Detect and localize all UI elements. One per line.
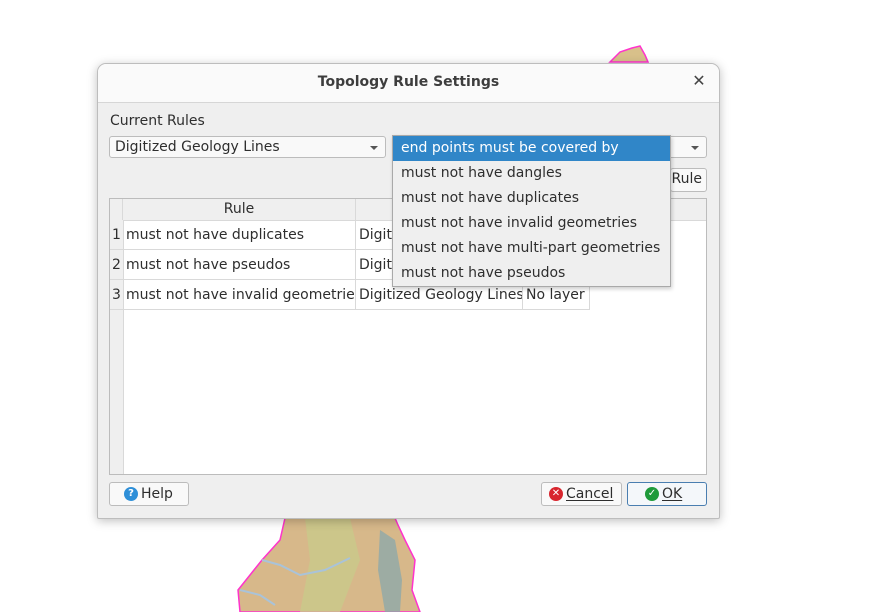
help-icon: ? — [124, 487, 138, 501]
cell-rule[interactable]: must not have invalid geometries — [123, 280, 356, 310]
row-number: 3 — [110, 280, 123, 310]
ok-check-icon: ✓ — [645, 487, 659, 501]
topology-rule-settings-dialog: Topology Rule Settings ✕ Current Rules D… — [97, 63, 720, 519]
dropdown-option[interactable]: must not have invalid geometries — [393, 211, 670, 236]
add-rule-button[interactable]: Rule — [670, 168, 707, 192]
corner-header — [110, 199, 123, 220]
layer-combo[interactable]: Digitized Geology Lines — [109, 136, 386, 158]
dialog-title: Topology Rule Settings — [317, 74, 500, 90]
row-number: 2 — [110, 250, 123, 280]
current-rules-label: Current Rules — [110, 113, 205, 129]
dropdown-option[interactable]: must not have dangles — [393, 161, 670, 186]
column-header-rule[interactable]: Rule — [123, 199, 356, 220]
dropdown-option[interactable]: end points must be covered by — [393, 136, 670, 161]
close-icon[interactable]: ✕ — [690, 72, 708, 90]
dropdown-option[interactable]: must not have pseudos — [393, 261, 670, 286]
chevron-down-icon — [370, 146, 378, 150]
row-number: 1 — [110, 220, 123, 250]
dropdown-option[interactable]: must not have duplicates — [393, 186, 670, 211]
ok-button-label: OK — [662, 486, 683, 502]
rule-dropdown-list[interactable]: end points must be covered by must not h… — [392, 135, 671, 287]
dialog-titlebar[interactable]: Topology Rule Settings ✕ — [98, 64, 719, 103]
cancel-button[interactable]: ✕ Cancel — [541, 482, 622, 506]
dropdown-option[interactable]: must not have multi-part geometries — [393, 236, 670, 261]
cancel-icon: ✕ — [549, 487, 563, 501]
layer-combo-value: Digitized Geology Lines — [115, 139, 280, 155]
cancel-button-label: Cancel — [566, 486, 614, 502]
chevron-down-icon — [691, 146, 699, 150]
cell-rule[interactable]: must not have pseudos — [123, 250, 356, 280]
add-rule-button-label: Rule — [671, 171, 702, 187]
ok-button[interactable]: ✓ OK — [627, 482, 707, 506]
help-button-label: Help — [141, 486, 173, 502]
help-button[interactable]: ? Help — [109, 482, 189, 506]
cell-rule[interactable]: must not have duplicates — [123, 220, 356, 250]
